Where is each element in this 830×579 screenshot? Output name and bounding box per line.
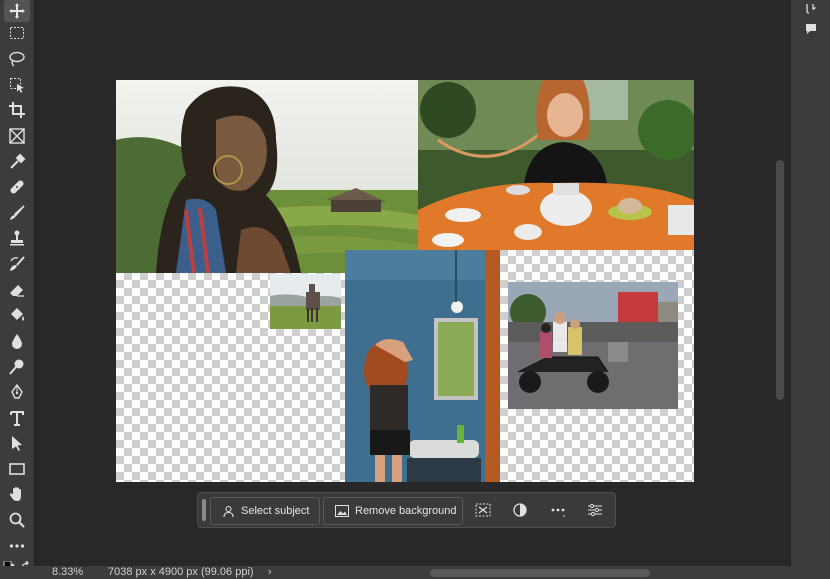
clone-stamp-tool[interactable] bbox=[4, 227, 30, 249]
rectangle-icon bbox=[9, 463, 25, 475]
select-subject-button[interactable]: Select subject bbox=[210, 497, 320, 525]
type-icon bbox=[10, 411, 24, 426]
crop-tool[interactable] bbox=[4, 99, 30, 121]
half-circle-icon bbox=[513, 503, 527, 517]
photo-horse-image bbox=[270, 274, 341, 329]
photo-tea-party-image bbox=[418, 80, 694, 250]
rectangular-marquee-icon bbox=[10, 27, 24, 39]
pen-tool[interactable] bbox=[4, 381, 30, 403]
drop-icon bbox=[12, 334, 22, 349]
sliders-icon bbox=[588, 503, 602, 517]
remove-background-button[interactable]: Remove background bbox=[323, 497, 463, 525]
pen-icon bbox=[11, 383, 23, 399]
bar-settings-button[interactable] bbox=[584, 499, 606, 521]
path-selection-tool[interactable] bbox=[4, 432, 30, 454]
object-selection-icon bbox=[10, 78, 24, 93]
bandage-icon bbox=[10, 180, 24, 194]
photo-woman-earrings[interactable] bbox=[116, 80, 418, 273]
photo-mirror-woman[interactable] bbox=[345, 250, 500, 482]
object-selection-tool[interactable] bbox=[4, 74, 30, 96]
select-subject-label: Select subject bbox=[241, 505, 310, 517]
contextual-task-bar: Select subject Remove background bbox=[197, 492, 616, 528]
image-icon bbox=[335, 505, 349, 517]
lasso-tool[interactable] bbox=[4, 48, 30, 70]
history-brush-tool[interactable] bbox=[4, 253, 30, 275]
photo-horse[interactable] bbox=[270, 274, 341, 329]
comment-icon bbox=[806, 24, 816, 34]
adjustment-button[interactable] bbox=[509, 499, 531, 521]
transform-icon bbox=[475, 503, 491, 517]
info-icon bbox=[806, 4, 816, 14]
ellipsis-icon bbox=[551, 508, 565, 517]
marquee-tool[interactable] bbox=[4, 22, 30, 44]
brush-tool[interactable] bbox=[4, 202, 30, 224]
tools-panel bbox=[0, 0, 35, 572]
document-info: 7038 px x 4900 px (99.06 ppi) bbox=[108, 566, 254, 578]
healing-brush-tool[interactable] bbox=[4, 176, 30, 198]
hand-icon bbox=[9, 487, 21, 501]
horizontal-scrollbar-thumb[interactable] bbox=[430, 569, 650, 577]
remove-background-label: Remove background bbox=[355, 505, 457, 517]
blur-tool[interactable] bbox=[4, 330, 30, 352]
photo-tea-party[interactable] bbox=[418, 80, 694, 250]
more-tools[interactable] bbox=[4, 535, 30, 557]
photo-woman-earrings-image bbox=[116, 80, 418, 273]
photo-mirror-woman-image bbox=[345, 250, 500, 482]
eyedropper-tool[interactable] bbox=[4, 151, 30, 173]
move-tool[interactable] bbox=[4, 0, 30, 22]
panel-button-info[interactable] bbox=[801, 0, 821, 18]
person-select-icon bbox=[223, 505, 234, 517]
type-tool[interactable] bbox=[4, 407, 30, 429]
comments-panel-button[interactable] bbox=[801, 20, 821, 38]
more-icon bbox=[9, 544, 25, 548]
zoom-level[interactable]: 8.33% bbox=[52, 566, 83, 579]
vertical-scrollbar-thumb[interactable] bbox=[776, 160, 784, 400]
eraser-tool[interactable] bbox=[4, 279, 30, 301]
frame-tool[interactable] bbox=[4, 125, 30, 147]
frame-icon bbox=[9, 128, 25, 144]
dodge-tool[interactable] bbox=[4, 356, 30, 378]
dodge-icon bbox=[9, 359, 24, 375]
paint-bucket-tool[interactable] bbox=[4, 304, 30, 326]
rectangle-tool[interactable] bbox=[4, 458, 30, 480]
transform-button[interactable] bbox=[472, 499, 494, 521]
hand-tool[interactable] bbox=[4, 483, 30, 505]
brush-icon bbox=[10, 205, 25, 220]
drag-handle[interactable] bbox=[202, 499, 206, 521]
right-panel-strip bbox=[790, 0, 830, 566]
document-canvas[interactable] bbox=[116, 80, 694, 482]
eyedropper-icon bbox=[10, 153, 26, 169]
status-menu-arrow[interactable]: › bbox=[268, 566, 272, 579]
zoom-icon bbox=[9, 512, 25, 528]
history-brush-icon bbox=[10, 256, 25, 271]
eraser-icon bbox=[10, 285, 24, 297]
move-icon bbox=[9, 3, 25, 19]
zoom-tool[interactable] bbox=[4, 509, 30, 531]
photo-motorbike[interactable] bbox=[508, 282, 678, 409]
stamp-icon bbox=[10, 230, 24, 246]
lasso-icon bbox=[9, 51, 25, 67]
more-options-button[interactable] bbox=[547, 499, 569, 521]
paint-bucket-icon bbox=[11, 308, 24, 321]
photo-motorbike-image bbox=[508, 282, 678, 409]
status-bar: 8.33% 7038 px x 4900 px (99.06 ppi) › bbox=[0, 566, 830, 579]
crop-icon bbox=[9, 102, 25, 118]
arrow-icon bbox=[12, 436, 22, 451]
